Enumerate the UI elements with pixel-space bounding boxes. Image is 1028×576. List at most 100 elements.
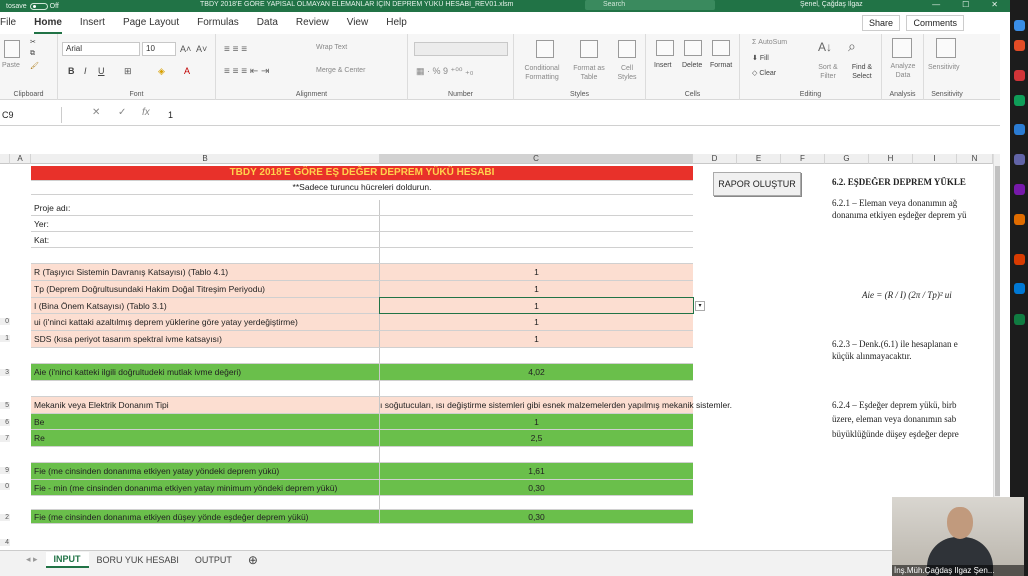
tab-formulas[interactable]: Formulas — [197, 12, 239, 34]
sds-row[interactable]: SDS (kısa periyot tasarım spektral ivme … — [31, 331, 693, 348]
column-header-d[interactable]: D — [693, 154, 737, 164]
analyze-data-icon[interactable] — [892, 38, 912, 58]
number-format-select[interactable] — [414, 42, 508, 56]
floor-row[interactable]: Kat: — [31, 232, 693, 248]
italic-icon[interactable]: I — [84, 66, 87, 76]
tab-help[interactable]: Help — [386, 12, 407, 34]
user-name[interactable]: Şenel, Çağdaş Ilgaz — [800, 1, 863, 8]
format-table-icon[interactable] — [580, 40, 598, 58]
format-button[interactable]: Format — [710, 62, 732, 69]
empty-cell[interactable] — [31, 381, 380, 396]
sheet-tab-boru-yuk[interactable]: BORU YUK HESABI — [89, 553, 187, 567]
row-number[interactable]: 4 — [0, 539, 10, 546]
row-number[interactable]: 6 — [0, 419, 10, 426]
column-header-e[interactable]: E — [737, 154, 781, 164]
maximize-button[interactable]: ☐ — [962, 0, 969, 9]
equipment-type-value[interactable]: ı soğutucuları, ısı değiştirme sistemler… — [380, 400, 732, 410]
scroll-thumb[interactable] — [995, 166, 1000, 496]
empty-row[interactable] — [31, 348, 693, 364]
ui-value[interactable]: 1 — [380, 314, 693, 330]
search-box[interactable]: Search — [585, 0, 715, 10]
aie-value[interactable]: 4,02 — [380, 364, 693, 380]
app-icon[interactable] — [1014, 214, 1025, 225]
row-number[interactable]: 0 — [0, 483, 10, 490]
insert-button[interactable]: Insert — [654, 62, 672, 69]
be-value[interactable]: 1 — [380, 414, 693, 429]
sensitivity-button[interactable]: Sensitivity — [928, 64, 960, 71]
font-size-select[interactable]: 10 — [142, 42, 176, 56]
app-icon[interactable] — [1014, 40, 1025, 51]
project-row[interactable]: Proje adı: — [31, 200, 693, 216]
r-row[interactable]: R (Taşıyıcı Sistemin Davranış Katsayısı)… — [31, 264, 693, 281]
r-value[interactable]: 1 — [380, 264, 693, 280]
location-row[interactable]: Yer: — [31, 216, 693, 232]
tp-row[interactable]: Tp (Deprem Doğrultusundaki Hakim Doğal T… — [31, 281, 693, 298]
decrease-font-icon[interactable]: A˅ — [196, 44, 207, 54]
tab-home[interactable]: Home — [34, 12, 62, 34]
empty-row[interactable] — [31, 248, 693, 264]
app-icon[interactable] — [1014, 154, 1025, 165]
app-icon[interactable] — [1014, 254, 1025, 265]
prev-sheet-icon[interactable]: ◂ ▸ — [18, 552, 46, 567]
i-row[interactable]: I (Bina Önem Katsayısı) (Tablo 3.1) 1 — [31, 297, 694, 314]
tp-value[interactable]: 1 — [380, 281, 693, 297]
delete-button[interactable]: Delete — [682, 62, 702, 69]
column-header-g[interactable]: G — [825, 154, 869, 164]
align-left-icon[interactable]: ≡ ≡ ≡ ⇤ ⇥ — [224, 66, 269, 77]
column-header-b[interactable]: B — [31, 154, 380, 164]
location-input[interactable] — [380, 216, 693, 231]
conditional-format-icon[interactable] — [536, 40, 554, 58]
worksheet[interactable]: A B C D E F G H I N 0 1 3 5 6 7 9 0 2 4 … — [0, 126, 1000, 550]
dropdown-arrow-icon[interactable]: ▾ — [695, 301, 705, 311]
find-icon[interactable]: ⌕ — [848, 38, 856, 55]
create-report-button[interactable]: RAPOR OLUŞTUR — [713, 172, 801, 196]
i-value-selected[interactable]: 1 — [379, 297, 694, 314]
ui-row[interactable]: ui (i'ninci kattaki azaltılmış deprem yü… — [31, 314, 693, 331]
sheet-tab-input[interactable]: INPUT — [45, 551, 89, 568]
empty-cell[interactable] — [31, 447, 380, 462]
tab-view[interactable]: View — [347, 12, 369, 34]
empty-row[interactable] — [31, 496, 693, 510]
tab-data[interactable]: Data — [257, 12, 278, 34]
sensitivity-icon[interactable] — [936, 38, 956, 58]
comments-button[interactable]: Comments — [906, 15, 964, 31]
fill-color-icon[interactable]: ◈ — [158, 66, 165, 77]
autosave-toggle[interactable] — [29, 2, 48, 10]
fie-min-value[interactable]: 0,30 — [380, 480, 693, 495]
share-button[interactable]: Share — [861, 15, 900, 31]
empty-row[interactable] — [31, 381, 693, 397]
column-header-i[interactable]: I — [913, 154, 957, 164]
re-row[interactable]: Re 2,5 — [31, 430, 693, 447]
app-icon[interactable] — [1014, 314, 1025, 325]
column-header-n[interactable]: N — [957, 154, 993, 164]
align-top-icon[interactable]: ≡ ≡ ≡ — [224, 44, 247, 55]
font-name-select[interactable]: Arial — [62, 42, 140, 56]
app-icon[interactable] — [1014, 70, 1025, 81]
vertical-scrollbar[interactable] — [993, 154, 1000, 550]
format-painter-icon[interactable]: 🖌 — [30, 62, 39, 70]
row-number[interactable]: 3 — [0, 369, 10, 376]
analyze-data-button[interactable]: Analyze Data — [886, 62, 920, 80]
font-color-icon[interactable]: A — [184, 66, 190, 76]
conditional-format-button[interactable]: Conditional Formatting — [522, 64, 562, 82]
fie-row[interactable]: Fie (me cinsinden donanıma etkiyen yatay… — [31, 463, 693, 480]
row-number[interactable]: 1 — [0, 335, 10, 342]
wrap-text-button[interactable]: Wrap Text — [316, 44, 347, 51]
cancel-icon[interactable]: ✕ — [92, 107, 100, 118]
row-number[interactable]: 2 — [0, 514, 10, 521]
app-icon[interactable] — [1014, 283, 1025, 294]
minimize-button[interactable]: — — [932, 0, 940, 9]
aie-row[interactable]: Aie (i'ninci katteki ilgili doğrultudeki… — [31, 364, 693, 381]
app-icon[interactable] — [1014, 20, 1025, 31]
fie-vertical-value[interactable]: 0,30 — [380, 510, 693, 523]
bold-icon[interactable]: B — [68, 66, 75, 76]
sort-icon[interactable]: A↓ — [818, 40, 832, 54]
re-value[interactable]: 2,5 — [380, 430, 693, 446]
app-icon[interactable] — [1014, 124, 1025, 135]
column-header-f[interactable]: F — [781, 154, 825, 164]
find-select-button[interactable]: Find & Select — [844, 63, 880, 81]
name-box[interactable]: C9 — [0, 107, 62, 123]
floor-input[interactable] — [380, 232, 693, 247]
copy-icon[interactable]: ⧉ — [30, 50, 35, 58]
select-all-corner[interactable] — [0, 154, 10, 164]
